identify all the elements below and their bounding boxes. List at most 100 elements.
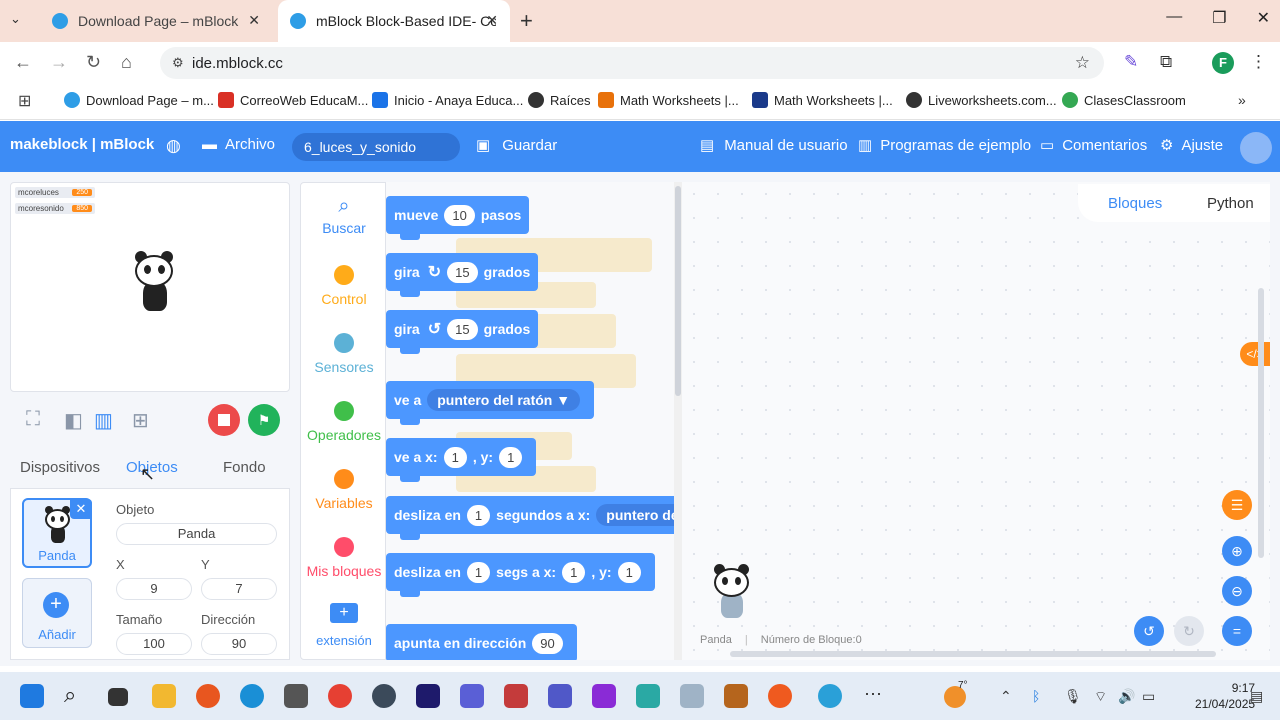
bookmark-item[interactable]: CorreoWeb EducaM... [218, 92, 368, 108]
profile-avatar[interactable]: F [1212, 52, 1234, 74]
bookmark-item[interactable]: Math Worksheets |... [752, 92, 893, 108]
block-input[interactable]: 1 [499, 446, 523, 468]
block-apunta-direccion[interactable]: apunta en dirección 90 [386, 624, 577, 660]
bookmark-item[interactable]: ClasesClassroom [1062, 92, 1186, 108]
audition-icon[interactable] [416, 684, 440, 708]
x-field[interactable]: 9 [116, 578, 192, 600]
plus-icon[interactable]: + [43, 592, 69, 618]
gimp-icon[interactable] [284, 684, 308, 708]
zoom-in-icon[interactable]: ⊕ [1222, 536, 1252, 566]
teams-icon[interactable] [548, 684, 572, 708]
app-icon[interactable] [724, 684, 748, 708]
app-icon[interactable] [592, 684, 616, 708]
site-info-icon[interactable]: ⚙ [172, 55, 184, 71]
bluetooth-icon[interactable]: ᛒ [1032, 688, 1040, 704]
script-area[interactable] [682, 182, 1270, 660]
microphone-icon[interactable]: 🎙 [1064, 688, 1082, 705]
windows-start-icon[interactable] [20, 684, 44, 708]
tray-expand-icon[interactable]: ⌃ [1000, 688, 1012, 705]
wifi-icon[interactable]: ⌔ [1094, 688, 1107, 706]
app-icon[interactable] [768, 684, 792, 708]
firefox-icon[interactable] [196, 684, 220, 708]
undo-icon[interactable]: ↺ [1134, 616, 1164, 646]
mode-bloques[interactable]: Bloques [1108, 195, 1162, 212]
bookmark-item[interactable]: Math Worksheets |... [598, 92, 739, 108]
back-icon[interactable]: ← [14, 52, 32, 73]
block-input[interactable]: 1 [443, 446, 467, 468]
notifications-icon[interactable]: ▤ [1250, 688, 1263, 705]
bookmark-item[interactable]: Inicio - Anaya Educa... [372, 92, 523, 108]
maximize-icon[interactable]: ❐ [1212, 8, 1226, 28]
bookmark-item[interactable]: Liveworksheets.com... [906, 92, 1057, 108]
block-input[interactable]: 15 [447, 318, 478, 340]
category-buscar[interactable]: ⌕ Buscar [301, 195, 387, 236]
browser-tab-download[interactable]: Download Page – mBlock ✕ [40, 0, 272, 42]
category-sensores[interactable]: Sensores [301, 333, 387, 375]
ajuste-button[interactable]: ⚙ Ajuste [1160, 136, 1223, 155]
direction-field[interactable]: 90 [201, 633, 277, 655]
close-window-icon[interactable]: ✕ [1257, 8, 1270, 28]
block-input[interactable]: 90 [532, 632, 563, 654]
block-desliza-puntero[interactable]: desliza en 1 segundos a x: puntero del [386, 496, 674, 540]
category-control[interactable]: Control [301, 265, 387, 307]
taskbar-clock[interactable]: 9:17 21/04/2025 [1195, 680, 1255, 712]
block-gira-izquierda[interactable]: gira ↺ 15 grados [386, 310, 539, 354]
minimize-icon[interactable]: — [1166, 8, 1182, 28]
bookmark-item[interactable]: Download Page – m... [64, 92, 214, 108]
browser-tab-mblock-ide[interactable]: mBlock Block-Based IDE- Codin ✕ [278, 0, 510, 42]
category-variables[interactable]: Variables [301, 469, 387, 511]
palette-scrollbar[interactable] [674, 182, 682, 660]
block-input[interactable]: 10 [444, 204, 475, 226]
block-ve-a-xy[interactable]: ve a x: 1 , y: 1 [386, 438, 537, 482]
close-tab-icon[interactable]: ✕ [486, 12, 498, 29]
ejemplos-button[interactable]: ▥ Programas de ejemplo [858, 136, 1031, 155]
user-avatar[interactable] [1240, 132, 1272, 164]
code-view-icon[interactable]: </> [1240, 342, 1270, 366]
block-input[interactable]: 1 [466, 561, 491, 583]
category-mis-bloques[interactable]: Mis bloques [301, 537, 387, 579]
apps-grid-icon[interactable]: ⊞ [18, 91, 31, 111]
zoom-reset-icon[interactable]: = [1222, 616, 1252, 646]
address-bar[interactable]: ⚙ ide.mblock.cc ☆ [160, 47, 1104, 79]
settings-icon[interactable] [372, 684, 396, 708]
app-icon[interactable] [636, 684, 660, 708]
block-ve-a[interactable]: ve a puntero del ratón ▼ [386, 381, 595, 425]
comentarios-button[interactable]: ▭ Comentarios [1040, 136, 1147, 155]
redo-icon[interactable]: ↻ [1174, 616, 1204, 646]
new-tab-icon[interactable]: + [520, 8, 533, 34]
panda-sprite[interactable] [133, 251, 177, 313]
fullscreen-icon[interactable]: ⛶ [26, 408, 40, 431]
normal-stage-icon[interactable]: ▥ [94, 408, 113, 433]
volume-icon[interactable]: 🔊 [1118, 688, 1135, 705]
app-icon[interactable] [460, 684, 484, 708]
extensions-puzzle-icon[interactable]: ⧉ [1160, 52, 1172, 72]
block-dropdown[interactable]: puntero del [596, 504, 674, 526]
tab-dispositivos[interactable]: Dispositivos [20, 459, 100, 476]
archivo-menu[interactable]: ▬ Archivo [202, 136, 275, 153]
guardar-button[interactable]: ▣ Guardar [476, 136, 557, 155]
bookmark-star-icon[interactable]: ☆ [1075, 53, 1090, 73]
mblock-taskbar-icon[interactable] [818, 684, 842, 708]
stage[interactable]: mcoreluces 250 mcoresonido 850 [10, 182, 290, 392]
delete-sprite-icon[interactable]: ✕ [70, 499, 92, 519]
reload-icon[interactable]: ↻ [86, 52, 101, 73]
more-bookmarks-icon[interactable]: » [1238, 92, 1246, 108]
forward-icon[interactable]: → [50, 52, 68, 73]
app-icon[interactable] [504, 684, 528, 708]
size-field[interactable]: 100 [116, 633, 192, 655]
browser-menu-icon[interactable]: ⋮ [1250, 52, 1267, 72]
tab-search-icon[interactable]: ⌄ [10, 11, 21, 27]
script-horizontal-scrollbar[interactable] [730, 651, 1216, 657]
block-mueve-pasos[interactable]: mueve 10 pasos [386, 196, 530, 240]
block-gira-derecha[interactable]: gira ↻ 15 grados [386, 253, 539, 297]
category-operadores[interactable]: Operadores [301, 401, 387, 443]
chrome-icon[interactable] [328, 684, 352, 708]
search-icon[interactable]: ⌕ [64, 682, 76, 708]
grid-layout-icon[interactable]: ⊞ [132, 408, 149, 433]
edge-icon[interactable] [240, 684, 264, 708]
manual-button[interactable]: ▤ Manual de usuario [700, 136, 848, 155]
zoom-out-icon[interactable]: ⊖ [1222, 576, 1252, 606]
objeto-name-field[interactable]: Panda [116, 523, 277, 545]
y-field[interactable]: 7 [201, 578, 277, 600]
green-flag-button[interactable]: ⚑ [248, 404, 280, 436]
